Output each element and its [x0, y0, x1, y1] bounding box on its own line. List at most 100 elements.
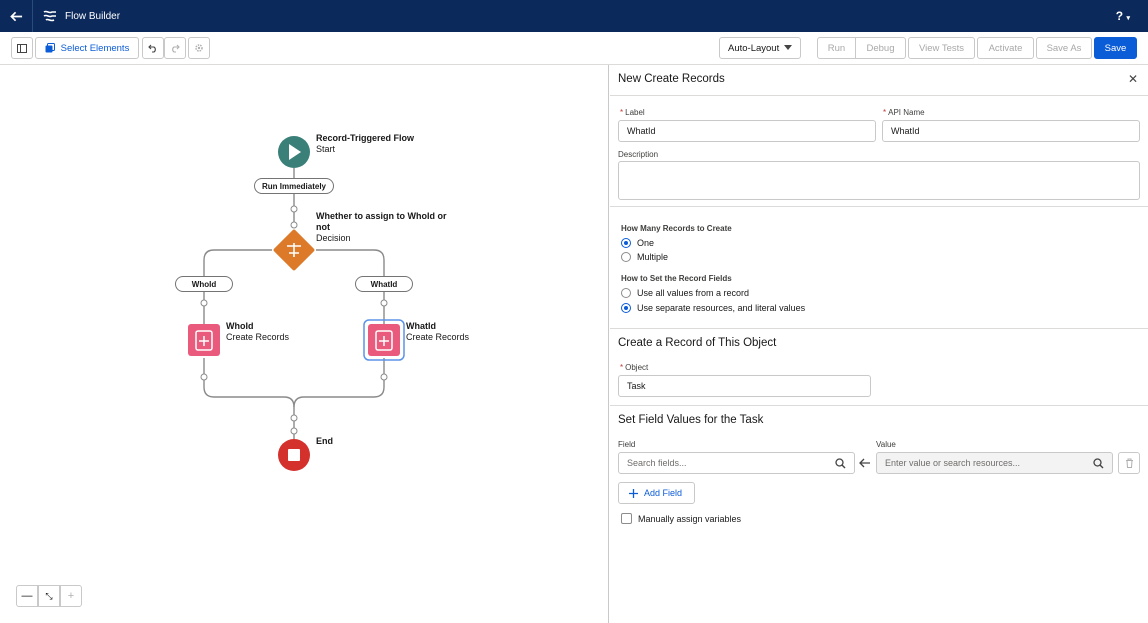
- undo-button[interactable]: [142, 37, 164, 59]
- label-input[interactable]: WhatId: [618, 120, 876, 142]
- how-many-records-label: How Many Records to Create: [621, 224, 732, 233]
- branch-label-whoid: WhoId: [191, 279, 217, 289]
- fit-view-button[interactable]: ⤡: [38, 585, 60, 607]
- start-node-label: Record-Triggered Flow Start: [316, 133, 414, 155]
- create-record-node-whatid[interactable]: [363, 319, 405, 361]
- settings-button[interactable]: [188, 37, 210, 59]
- properties-panel: New Create Records ✕ * Label WhatId * API …: [610, 65, 1148, 623]
- view-tests-label: View Tests: [918, 42, 965, 54]
- start-node-title: Record-Triggered Flow: [316, 133, 415, 143]
- api-name-input[interactable]: WhatId: [882, 120, 1140, 142]
- back-button[interactable]: [0, 0, 32, 32]
- radio-all-values-label: Use all values from a record: [637, 288, 750, 298]
- required-marker: *: [620, 108, 624, 117]
- layout-select-value: Auto-Layout: [728, 42, 780, 54]
- layout-select[interactable]: Auto-Layout: [719, 37, 801, 59]
- radio-unselected-icon: [621, 288, 631, 298]
- api-name-input-value: WhatId: [891, 126, 920, 136]
- select-elements-button[interactable]: Select Elements: [35, 37, 139, 59]
- activate-button[interactable]: Activate: [977, 37, 1034, 59]
- shrink-icon: ⤡: [45, 590, 53, 601]
- label-input-value: WhatId: [627, 126, 656, 136]
- minus-icon: —: [21, 590, 33, 602]
- required-marker: *: [620, 363, 624, 372]
- select-elements-icon: [45, 43, 55, 53]
- value-search-input[interactable]: Enter value or search resources...: [876, 452, 1113, 474]
- save-button[interactable]: Save: [1094, 37, 1137, 59]
- run-label: Run: [827, 42, 846, 54]
- view-tests-button[interactable]: View Tests: [908, 37, 975, 59]
- radio-all-values[interactable]: Use all values from a record: [621, 288, 749, 298]
- field-column-label: Field: [618, 440, 636, 449]
- radio-multiple[interactable]: Multiple: [621, 252, 668, 262]
- set-fields-section-title: Set Field Values for the Task: [618, 414, 764, 426]
- decision-node-label: Whether to assign to WhoId or not Decisi…: [316, 211, 461, 244]
- help-menu[interactable]: ? ▾: [1116, 9, 1130, 23]
- object-field-label-text: Object: [625, 363, 649, 372]
- gear-icon: [195, 44, 203, 52]
- chevron-down-icon: ▾: [1126, 15, 1130, 22]
- run-button[interactable]: Run: [817, 37, 856, 59]
- end-node-label: End: [316, 436, 333, 447]
- panel-divider: [610, 405, 1148, 406]
- decision-node-title: Whether to assign to WhoId or not: [316, 211, 447, 232]
- save-as-button[interactable]: Save As: [1036, 37, 1092, 59]
- branch-label-whatid: WhatId: [370, 279, 398, 289]
- start-node[interactable]: [278, 136, 310, 168]
- zoom-controls: — ⤡ +: [16, 585, 82, 607]
- panel-divider: [610, 328, 1148, 329]
- help-icon: ?: [1115, 9, 1124, 23]
- app-title: Flow Builder: [65, 10, 121, 22]
- branch-pill-whatid[interactable]: WhatId: [355, 276, 413, 292]
- flow-canvas[interactable]: Record-Triggered Flow Start Run Immediat…: [0, 65, 609, 623]
- object-input-value: Task: [627, 381, 646, 391]
- panel-divider: [610, 206, 1148, 207]
- object-field-label: * Object: [620, 363, 648, 372]
- flow-connectors: [188, 136, 405, 471]
- plus-icon: +: [67, 590, 75, 602]
- field-search-input[interactable]: Search fields...: [618, 452, 855, 474]
- decision-node[interactable]: [273, 229, 315, 271]
- radio-one-label: One: [637, 238, 655, 248]
- label-field-label-text: Label: [625, 108, 645, 117]
- radio-one[interactable]: One: [621, 238, 654, 248]
- flow-logo-icon: [43, 10, 56, 22]
- panel-divider: [610, 95, 1148, 96]
- create-record-title-whatid: WhatId: [406, 321, 436, 331]
- api-name-field-label: * API Name: [883, 108, 925, 117]
- zoom-out-button[interactable]: —: [16, 585, 38, 607]
- toggle-panel-button[interactable]: [11, 37, 33, 59]
- debug-button[interactable]: Debug: [855, 37, 906, 59]
- create-record-subtitle-whoid: Create Records: [226, 332, 290, 342]
- zoom-in-button[interactable]: +: [60, 585, 82, 607]
- branch-pill-whoid[interactable]: WhoId: [175, 276, 233, 292]
- object-input[interactable]: Task: [618, 375, 871, 397]
- radio-separate-resources[interactable]: Use separate resources, and literal valu…: [621, 303, 805, 313]
- radio-selected-icon: [621, 238, 631, 248]
- select-elements-label: Select Elements: [60, 42, 130, 54]
- radio-selected-icon: [621, 303, 631, 313]
- start-node-subtitle: Start: [316, 144, 336, 154]
- description-label: Description: [618, 150, 659, 159]
- run-immediately-pill[interactable]: Run Immediately: [254, 178, 334, 194]
- panel-title: New Create Records: [618, 73, 725, 85]
- description-textarea[interactable]: [618, 161, 1140, 200]
- arrow-left-icon: [9, 11, 22, 21]
- radio-unselected-icon: [621, 252, 631, 262]
- redo-icon: [172, 44, 180, 53]
- create-record-node-whoid[interactable]: [188, 324, 220, 356]
- chevron-down-icon: [784, 45, 792, 50]
- search-icon: [1093, 457, 1104, 468]
- redo-button[interactable]: [164, 37, 186, 59]
- toolbar: Select Elements Auto-Layout Run Debug Vi…: [0, 32, 1148, 65]
- save-label: Save: [1104, 42, 1127, 54]
- close-panel-button[interactable]: ✕: [1128, 72, 1138, 86]
- header-divider: [32, 0, 33, 32]
- manual-assign-checkbox[interactable]: Manually assign variables: [621, 513, 741, 524]
- undo-icon: [148, 44, 156, 53]
- add-field-button[interactable]: Add Field: [618, 482, 695, 504]
- end-node[interactable]: [278, 439, 310, 471]
- panel-toggle-icon: [17, 43, 27, 53]
- activate-label: Activate: [988, 42, 1023, 54]
- delete-field-button[interactable]: [1118, 452, 1140, 474]
